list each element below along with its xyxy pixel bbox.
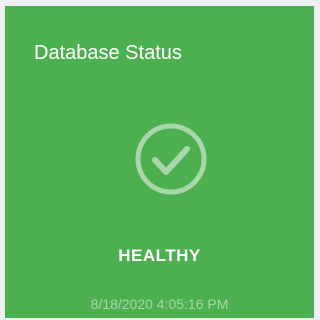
status-timestamp: 8/18/2020 4:05:16 PM [90, 296, 229, 312]
status-label: HEALTHY [118, 246, 201, 265]
database-status-tile[interactable]: Database Status HEALTHY 8/18/2020 4:05:1… [5, 6, 314, 318]
check-circle-icon [134, 122, 208, 196]
tile-title: Database Status [34, 42, 182, 64]
